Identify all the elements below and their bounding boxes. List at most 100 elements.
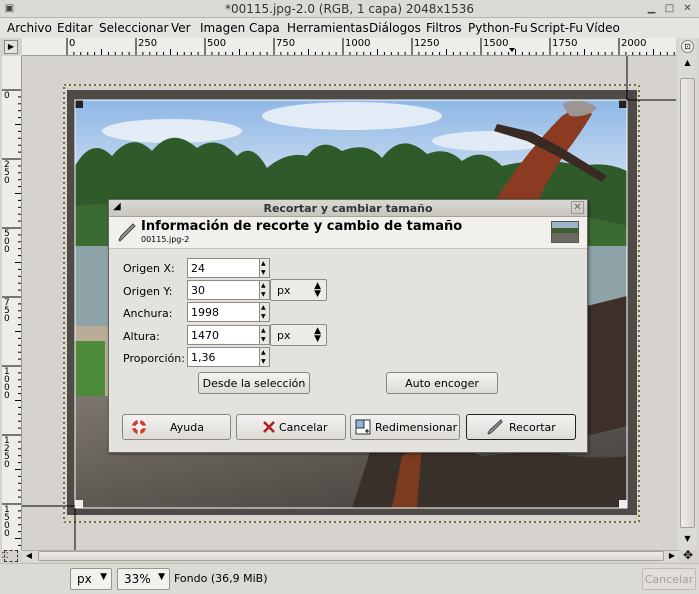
hruler-label-1750: 1750 — [552, 38, 578, 49]
dialog-titlebar[interactable]: ◢ Recortar y cambiar tamaño ✕ — [109, 200, 587, 217]
hruler-label-0: 0 — [69, 38, 76, 49]
scroll-down-icon[interactable]: ▼ — [680, 534, 695, 548]
cancel-button[interactable]: Cancelar — [236, 414, 346, 440]
unit-select[interactable]: px ▼ — [70, 568, 112, 590]
help-button-label: Ayuda — [170, 421, 204, 434]
ratio-input[interactable]: 1,36 — [187, 347, 260, 367]
chevron-down-icon: ▼ — [100, 572, 107, 582]
maximize-icon[interactable]: □ — [664, 3, 675, 14]
status-cancel-button[interactable]: Cancelar — [642, 568, 696, 590]
image-thumbnail — [551, 221, 579, 243]
dialog-subheading: 00115.jpg-2 — [141, 235, 190, 244]
navigate-icon[interactable]: ✥ — [680, 548, 696, 562]
vruler-label-0: 0 — [4, 91, 10, 101]
hruler-label-1000: 1000 — [345, 38, 371, 49]
origin-y-spinner[interactable]: ▲ ▼ — [259, 280, 270, 300]
minimize-icon[interactable]: ▁ — [646, 3, 657, 14]
menu-video[interactable]: Vídeo — [586, 21, 620, 35]
vruler-label-750: 750 — [4, 298, 10, 324]
zoom-select-value: 33% — [124, 572, 151, 586]
auto-shrink-button[interactable]: Auto encoger — [386, 372, 498, 394]
hruler-label-750: 750 — [276, 38, 296, 49]
menu-seleccionar[interactable]: Seleccionar — [99, 21, 168, 35]
menu-herramientas[interactable]: Herramientas — [287, 21, 369, 35]
zoom-select[interactable]: 33% ▼ — [117, 568, 170, 590]
origin-y-label: Origen Y: — [123, 285, 173, 298]
width-label: Anchura: — [123, 307, 173, 320]
lifebuoy-icon — [132, 420, 146, 434]
hruler-label-1500: 1500 — [483, 38, 509, 49]
dialog-header: Información de recorte y cambio de tamañ… — [109, 217, 587, 249]
cancel-button-label: Cancelar — [279, 421, 328, 434]
menu-editar[interactable]: Editar — [57, 21, 93, 35]
crop-button[interactable]: Recortar — [466, 414, 576, 440]
menu-script-fu[interactable]: Script-Fu — [530, 21, 583, 35]
height-spinner[interactable]: ▲ ▼ — [259, 325, 270, 345]
help-button[interactable]: Ayuda — [122, 414, 231, 440]
zoom-fit-icon[interactable]: ⊡ — [681, 40, 694, 53]
crop-knife-icon — [487, 419, 503, 435]
scroll-up-icon[interactable]: ▲ — [680, 58, 695, 72]
crop-button-label: Recortar — [509, 421, 556, 434]
menu-imagen[interactable]: Imagen — [200, 21, 245, 35]
scroll-left-icon[interactable]: ◀ — [23, 551, 35, 562]
crop-resize-dialog: ◢ Recortar y cambiar tamaño ✕ Informació… — [108, 199, 588, 453]
chevron-down-icon: ▼ — [158, 572, 165, 582]
window-titlebar: ▣ *00115.jpg-2.0 (RGB, 1 capa) 2048x1536… — [0, 0, 699, 18]
horizontal-ruler[interactable]: 0 250 500 750 1000 1250 1500 1750 2000 — [22, 38, 676, 56]
dialog-heading: Información de recorte y cambio de tamañ… — [141, 219, 463, 234]
updown-icon: ▲ ▼ — [314, 281, 321, 299]
size-unit-select[interactable]: px ▲ ▼ — [270, 324, 327, 346]
width-input[interactable]: 1998 — [187, 302, 260, 322]
size-unit-value: px — [277, 329, 291, 342]
hruler-label-250: 250 — [138, 38, 158, 49]
window-title: *00115.jpg-2.0 (RGB, 1 capa) 2048x1536 — [224, 2, 474, 16]
updown-icon: ▲ ▼ — [314, 326, 321, 344]
vruler-label-1000: 1000 — [4, 367, 10, 401]
origin-y-input[interactable]: 30 — [187, 280, 260, 300]
status-bar: px ▼ 33% ▼ Fondo (36,9 MiB) Cancelar — [0, 563, 699, 594]
hruler-label-2000: 2000 — [621, 38, 647, 49]
origin-x-input[interactable]: 24 — [187, 258, 260, 278]
layer-info-text: Fondo (36,9 MiB) — [174, 572, 268, 585]
vruler-label-500: 500 — [4, 229, 10, 255]
origin-x-spinner[interactable]: ▲ ▼ — [259, 258, 270, 278]
menu-bar: Archivo Editar Seleccionar Ver Imagen Ca… — [0, 18, 699, 38]
menu-filtros[interactable]: Filtros — [426, 21, 462, 35]
vertical-ruler[interactable]: 0 250 500 750 1000 1250 1500 — [2, 56, 22, 550]
hruler-label-1250: 1250 — [414, 38, 440, 49]
close-icon[interactable]: ✕ — [682, 3, 693, 14]
horizontal-scrollbar-thumb[interactable] — [38, 551, 664, 561]
quick-mask-menu-button[interactable]: ▶ — [4, 40, 18, 54]
ratio-label: Proporción: — [123, 352, 185, 365]
menu-dialogos[interactable]: Diálogos — [369, 21, 421, 35]
vruler-label-1500: 1500 — [4, 505, 10, 539]
origin-unit-select[interactable]: px ▲ ▼ — [270, 279, 327, 301]
unit-select-value: px — [77, 572, 92, 586]
origin-unit-value: px — [277, 284, 291, 297]
horizontal-scrollbar[interactable]: ⛶ ◀ ▶ — [2, 550, 678, 562]
resize-button[interactable]: Redimensionar — [350, 414, 460, 440]
hruler-label-500: 500 — [207, 38, 227, 49]
menu-capa[interactable]: Capa — [249, 21, 280, 35]
ratio-spinner[interactable]: ▲ ▼ — [259, 347, 270, 367]
navigate-button: ⊡ ▲ ▼ — [678, 38, 697, 550]
vruler-label-250: 250 — [4, 160, 10, 186]
height-label: Altura: — [123, 330, 160, 343]
menu-archivo[interactable]: Archivo — [7, 21, 52, 35]
menu-ver[interactable]: Ver — [171, 21, 191, 35]
cancel-x-icon — [263, 421, 275, 433]
vruler-label-1250: 1250 — [4, 436, 10, 470]
vertical-scrollbar-thumb[interactable] — [680, 78, 695, 528]
dialog-title: Recortar y cambiar tamaño — [263, 202, 433, 215]
scroll-right-icon[interactable]: ▶ — [666, 551, 678, 562]
dialog-close-icon[interactable]: ✕ — [571, 201, 584, 214]
quick-mask-toggle-icon[interactable] — [4, 550, 18, 562]
height-input[interactable]: 1470 — [187, 325, 260, 345]
width-spinner[interactable]: ▲ ▼ — [259, 302, 270, 322]
from-selection-button[interactable]: Desde la selección — [198, 372, 310, 394]
crop-knife-icon — [118, 223, 136, 242]
resize-icon — [355, 419, 371, 435]
resize-button-label: Redimensionar — [375, 421, 458, 434]
menu-python-fu[interactable]: Python-Fu — [468, 21, 528, 35]
